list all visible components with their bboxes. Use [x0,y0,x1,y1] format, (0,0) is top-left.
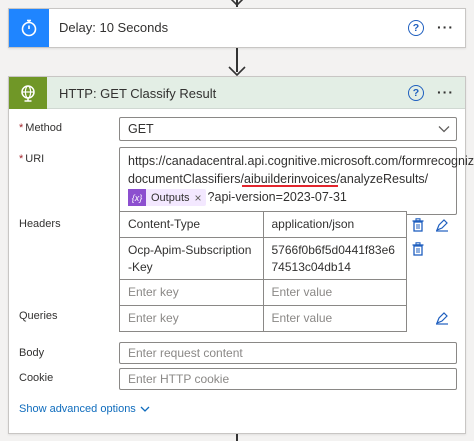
method-value: GET [128,122,154,136]
trash-icon[interactable] [412,218,424,232]
expression-icon: {x} [128,189,146,207]
cookie-input[interactable]: Enter HTTP cookie [119,368,457,390]
header-value-input[interactable]: application/json [263,211,407,238]
uri-segment: documentClassifiers/ [128,172,245,186]
table-row: Enter key Enter value [119,305,407,332]
chevron-down-icon [140,406,150,412]
more-options-icon[interactable]: ··· [437,84,454,100]
method-label-text: Method [25,122,62,134]
table-row: Ocp-Apim-Subscription-Key 5766f0b6f5d044… [119,238,407,280]
delay-title: Delay: 10 Seconds [59,20,169,35]
uri-line-3: {x} Outputs × ?api-version=2023-07-31 [128,188,448,207]
switch-text-mode-icon[interactable] [435,218,449,232]
stopwatch-icon [9,9,49,47]
method-label: * Method [19,122,62,134]
queries-label: Queries [19,310,58,322]
show-advanced-label: Show advanced options [19,403,136,415]
delay-action-card[interactable]: Delay: 10 Seconds ? ··· [8,8,466,48]
header-value-input[interactable]: 5766f0b6f5d0441f83e674513c04db14 [263,238,407,280]
globe-icon [9,77,47,109]
trash-icon[interactable] [412,242,424,256]
headers-table: Content-Type application/json Ocp-Apim-S… [119,211,407,306]
uri-label-text: URI [25,153,45,165]
token-label: Outputs [151,191,190,204]
header-key-input[interactable]: Ocp-Apim-Subscription-Key [120,238,264,280]
uri-label: * URI [19,153,44,165]
show-advanced-options-link[interactable]: Show advanced options [19,403,150,415]
header-key-input[interactable]: Enter key [120,280,264,306]
headers-label: Headers [19,218,61,230]
close-icon[interactable]: × [195,189,206,207]
uri-segment: /analyzeResults/ [336,172,429,186]
header-value-input[interactable]: Enter value [263,280,407,306]
http-action-card: HTTP: GET Classify Result ? ··· * Method … [8,76,474,434]
connector-bottom [236,434,238,441]
uri-highlighted-segment: aibuilderinvoices [244,172,337,186]
header-key-input[interactable]: Content-Type [120,211,264,238]
uri-segment: ?api-version=2023-07-31 [207,190,347,204]
uri-line-2: documentClassifiers/aibuilderinvoices/an… [128,170,448,188]
arrow-down-icon [230,0,244,6]
table-row: Enter key Enter value [119,280,407,306]
queries-table: Enter key Enter value [119,305,407,332]
query-key-input[interactable]: Enter key [120,305,264,332]
switch-text-mode-icon[interactable] [435,311,449,325]
body-input[interactable]: Enter request content [119,342,457,364]
required-mark: * [19,153,24,165]
required-mark: * [19,122,24,134]
more-options-icon[interactable]: ··· [437,19,454,35]
outputs-token[interactable]: {x} Outputs × [128,189,206,207]
method-select[interactable]: GET [119,117,457,141]
chevron-down-icon [438,126,450,133]
http-action-title: HTTP: GET Classify Result [59,86,217,101]
help-icon[interactable]: ? [408,85,424,101]
help-icon[interactable]: ? [408,20,424,36]
cookie-label: Cookie [19,372,54,384]
uri-line-1: https://canadacentral.api.cognitive.micr… [128,154,474,168]
http-card-header[interactable]: HTTP: GET Classify Result ? ··· [9,77,465,109]
query-value-input[interactable]: Enter value [263,305,407,332]
arrow-down-icon [228,66,246,76]
table-row: Content-Type application/json [119,211,407,238]
uri-input[interactable]: https://canadacentral.api.cognitive.micr… [119,147,474,215]
body-label: Body [19,347,45,359]
